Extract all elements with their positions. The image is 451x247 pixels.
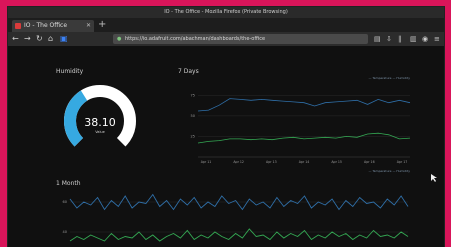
week-x-tick: Apr 12 <box>233 160 244 164</box>
week-x-tick: Apr 17 <box>397 160 408 164</box>
forward-icon[interactable]: → <box>24 34 31 44</box>
back-icon[interactable]: ← <box>12 34 19 44</box>
url-text: https://io.adafruit.com/abachman/dashboa… <box>125 36 266 42</box>
week-x-axis: Apr 11 Apr 12 Apr 13 Apr 14 Apr 15 Apr 16 Apr … <box>201 160 408 164</box>
tab-bar: IO - The Office ✕ + <box>8 18 444 32</box>
library-icon[interactable]: ∥ <box>398 34 402 44</box>
week-x-tick: Apr 11 <box>201 160 212 164</box>
close-tab-icon[interactable]: ✕ <box>86 20 91 32</box>
tab-title: IO - The Office <box>24 22 68 29</box>
month-y-axis: 60 40 <box>63 200 67 234</box>
account-icon[interactable]: ◉ <box>422 34 428 44</box>
browser-tab[interactable]: IO - The Office ✕ <box>12 20 94 32</box>
screen: IO - The Office - Mozilla Firefox (Priva… <box>8 7 444 247</box>
month-series-2 <box>69 228 409 242</box>
new-tab-icon[interactable]: + <box>98 19 106 31</box>
lock-icon: ● <box>117 36 122 42</box>
month-grid <box>70 201 408 233</box>
week-chart: — Temperature — Humidity 755025 Apr 11 Ap… <box>191 76 411 173</box>
week-x-tick: Apr 15 <box>331 160 342 164</box>
menu-icon[interactable]: ≡ <box>434 34 440 44</box>
nav-bar: ← → ↻ ⌂ ▣ ● https://io.adafruit.com/abac… <box>8 32 444 46</box>
humidity-title: Humidity <box>56 68 84 75</box>
week-series-temperature <box>197 98 411 112</box>
window-title: IO - The Office - Mozilla Firefox (Priva… <box>164 9 288 15</box>
url-bar[interactable]: ● https://io.adafruit.com/abachman/dashb… <box>113 34 368 44</box>
sidebar-icon[interactable]: ▥ <box>410 34 417 44</box>
week-y-tick: 25 <box>191 134 195 138</box>
week-y-tick: 50 <box>191 114 195 118</box>
month-y-tick: 40 <box>63 230 67 234</box>
week-x-tick: Apr 13 <box>266 160 277 164</box>
week-legend-top: — Temperature — Humidity <box>369 76 411 80</box>
week-legend-bottom: — Temperature — Humidity <box>369 169 411 173</box>
month-y-tick: 60 <box>63 200 67 204</box>
reload-icon[interactable]: ↻ <box>36 34 43 44</box>
window-titlebar: IO - The Office - Mozilla Firefox (Priva… <box>8 7 444 18</box>
dashboard: Humidity 38.10 Value 7 Days — Temperatur… <box>8 46 444 247</box>
week-series-humidity <box>197 132 411 144</box>
week-y-tick: 75 <box>191 93 195 97</box>
gauge-fill <box>64 90 88 147</box>
month-chart-title: 1 Month <box>56 180 81 187</box>
favicon-icon <box>15 23 21 29</box>
week-grid <box>198 95 410 158</box>
bookmark-icon[interactable]: ▣ <box>60 34 68 44</box>
gauge-unit: Value <box>95 130 105 134</box>
gauge-value: 38.10 <box>84 116 116 129</box>
extension-icon[interactable]: ▤ <box>374 34 381 44</box>
month-chart: 60 40 <box>63 193 409 242</box>
week-x-tick: Apr 14 <box>299 160 310 164</box>
week-chart-title: 7 Days <box>178 68 199 75</box>
mouse-cursor-icon <box>431 174 437 182</box>
home-icon[interactable]: ⌂ <box>48 34 53 44</box>
week-x-tick: Apr 16 <box>364 160 375 164</box>
download-icon[interactable]: ⇩ <box>386 34 392 44</box>
humidity-gauge: 38.10 Value <box>64 85 136 147</box>
week-y-axis: 75 50 25 <box>191 93 195 138</box>
